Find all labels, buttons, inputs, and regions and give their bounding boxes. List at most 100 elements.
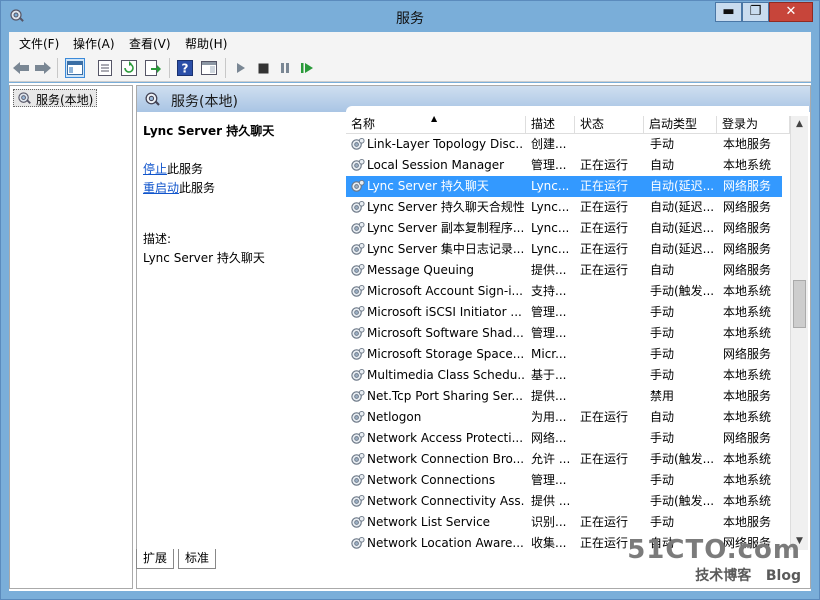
scroll-thumb[interactable] xyxy=(793,280,806,328)
service-status: 正在运行 xyxy=(580,515,629,529)
service-logon-as: 网络服务 xyxy=(723,221,772,235)
menu-help[interactable]: 帮助(H) xyxy=(185,35,227,52)
service-gear-icon xyxy=(351,494,365,507)
service-row[interactable]: Network Connection Bro... 允许 ... 正在运行 手动(触发… xyxy=(346,449,782,470)
tab-extended[interactable]: 扩展 xyxy=(136,549,175,569)
view-tabs: 扩展 标准 xyxy=(136,549,436,571)
service-description: 管理... xyxy=(531,473,567,487)
service-description: 管理... xyxy=(531,305,567,319)
service-row[interactable]: Network Connections 管理... 手动 本地系统 xyxy=(346,470,782,491)
tab-standard[interactable]: 标准 xyxy=(178,549,217,569)
stop-service-icon[interactable] xyxy=(253,58,273,78)
show-console-tree-icon[interactable] xyxy=(65,58,85,78)
services-gear-icon xyxy=(18,92,31,104)
start-service-icon[interactable] xyxy=(231,58,251,78)
service-logon-as: 本地系统 xyxy=(723,473,772,487)
service-gear-icon xyxy=(351,515,365,528)
service-description: 创建... xyxy=(531,137,567,151)
service-logon-as: 本地系统 xyxy=(723,368,772,382)
services-panel: 服务(本地) Lync Server 持久聊天 停止此服务 重启动此服务 描述:… xyxy=(136,85,811,589)
service-startup-type: 自动 xyxy=(650,263,675,277)
service-name: Network Connection Bro... xyxy=(367,452,524,466)
service-startup-type: 手动(触发... xyxy=(650,494,715,508)
menu-view[interactable]: 查看(V) xyxy=(129,35,171,52)
service-description: 为用... xyxy=(531,410,567,424)
service-gear-icon xyxy=(351,368,365,381)
column-header-startup-type[interactable]: 启动类型 xyxy=(644,116,717,134)
service-logon-as: 本地系统 xyxy=(723,326,772,340)
service-gear-icon xyxy=(351,431,365,444)
tree-item-services-local[interactable]: 服务(本地) xyxy=(13,89,98,107)
service-row[interactable]: Microsoft iSCSI Initiator ... 管理... 手动 本地系统 xyxy=(346,302,782,323)
service-description: 提供 ... xyxy=(531,494,571,508)
service-row[interactable]: Microsoft Storage Space... Micr... 手动 网络服务 xyxy=(346,344,782,365)
service-row[interactable]: Network List Service 识别... 正在运行 手动 本地服务 xyxy=(346,512,782,533)
service-status: 正在运行 xyxy=(580,242,629,256)
restart-service-link[interactable]: 重启动 xyxy=(143,181,179,195)
menu-action[interactable]: 操作(A) xyxy=(73,35,115,52)
service-row[interactable]: Lync Server 副本复制程序... Lync... 正在运行 自动(延迟...… xyxy=(346,218,782,239)
service-name: Link-Layer Topology Disc... xyxy=(367,137,524,151)
column-header-logon-as[interactable]: 登录为 xyxy=(717,116,790,134)
column-header-name[interactable]: 名称 ▲ xyxy=(346,116,526,134)
service-description: 支持... xyxy=(531,284,567,298)
service-row[interactable]: Network Access Protecti... 网络... 手动 网络服务 xyxy=(346,428,782,449)
service-gear-icon xyxy=(351,242,365,255)
maximize-button[interactable]: ❐ xyxy=(742,2,769,22)
restart-service-icon[interactable] xyxy=(297,58,317,78)
service-description: 管理... xyxy=(531,326,567,340)
pause-service-icon[interactable] xyxy=(275,58,295,78)
service-row[interactable]: Lync Server 持久聊天合规性 Lync... 正在运行 自动(延迟... 网络… xyxy=(346,197,782,218)
service-startup-type: 手动 xyxy=(650,326,675,340)
help-icon[interactable]: ? xyxy=(175,58,195,78)
service-logon-as: 本地服务 xyxy=(723,515,772,529)
service-gear-icon xyxy=(351,158,365,171)
title-bar[interactable]: 服务 ▬ ❐ ✕ xyxy=(1,1,819,31)
service-logon-as: 本地服务 xyxy=(723,389,772,403)
tree-item-label: 服务(本地) xyxy=(36,93,94,107)
scroll-up-icon[interactable]: ▲ xyxy=(791,116,808,133)
close-button[interactable]: ✕ xyxy=(769,2,813,22)
service-row[interactable]: Microsoft Account Sign-i... 支持... 手动(触发...… xyxy=(346,281,782,302)
description-text: Lync Server 持久聊天 xyxy=(143,251,265,265)
service-gear-icon xyxy=(351,452,365,465)
main-client-area: 服务(本地) 服务(本地) Lync Server 持久聊天 停止此服务 重启动… xyxy=(9,83,811,591)
service-gear-icon xyxy=(351,410,365,423)
service-row[interactable]: Lync Server 持久聊天 Lync... 正在运行 自动(延迟... 网络服务 xyxy=(346,176,782,197)
service-row[interactable]: Message Queuing 提供... 正在运行 自动 网络服务 xyxy=(346,260,782,281)
service-row[interactable]: Network Connectivity Ass... 提供 ... 手动(触发..… xyxy=(346,491,782,512)
service-startup-type: 手动 xyxy=(650,473,675,487)
service-row[interactable]: Microsoft Software Shad... 管理... 手动 本地系统 xyxy=(346,323,782,344)
service-gear-icon xyxy=(351,179,365,192)
forward-arrow-icon[interactable] xyxy=(33,58,53,78)
service-description: 网络... xyxy=(531,431,567,445)
back-arrow-icon[interactable] xyxy=(11,58,31,78)
service-startup-type: 手动(触发... xyxy=(650,452,715,466)
service-name: Lync Server 副本复制程序... xyxy=(367,221,524,235)
menu-file[interactable]: 文件(F) xyxy=(19,35,59,52)
service-logon-as: 本地系统 xyxy=(723,158,772,172)
service-name: Network List Service xyxy=(367,515,491,529)
column-header-description[interactable]: 描述 xyxy=(526,116,575,134)
service-row[interactable]: Local Session Manager 管理... 正在运行 自动 本地系统 xyxy=(346,155,782,176)
refresh-icon[interactable] xyxy=(119,58,139,78)
service-row[interactable]: Multimedia Class Schedu... 基于... 手动 本地系统 xyxy=(346,365,782,386)
export-list-icon[interactable] xyxy=(143,58,163,78)
service-logon-as: 本地系统 xyxy=(723,284,772,298)
column-header-status[interactable]: 状态 xyxy=(575,116,644,134)
show-action-pane-icon[interactable] xyxy=(199,58,219,78)
service-row[interactable]: Net.Tcp Port Sharing Ser... 提供... 禁用 本地服务 xyxy=(346,386,782,407)
vertical-scrollbar[interactable]: ▲ ▼ xyxy=(790,116,808,550)
properties-icon[interactable] xyxy=(95,58,115,78)
service-row[interactable]: Netlogon 为用... 正在运行 自动 本地系统 xyxy=(346,407,782,428)
service-description: Lync... xyxy=(531,242,570,256)
service-startup-type: 手动 xyxy=(650,347,675,361)
service-gear-icon xyxy=(351,326,365,339)
minimize-button[interactable]: ▬ xyxy=(715,2,742,22)
service-row[interactable]: Lync Server 集中日志记录... Lync... 正在运行 自动(延迟...… xyxy=(346,239,782,260)
toolbar: ? xyxy=(9,54,811,82)
stop-service-link[interactable]: 停止 xyxy=(143,162,167,176)
service-row[interactable]: Link-Layer Topology Disc... 创建... 手动 本地服务 xyxy=(346,134,782,155)
watermark-blog: Blog xyxy=(765,568,801,584)
services-gear-icon xyxy=(145,92,160,106)
